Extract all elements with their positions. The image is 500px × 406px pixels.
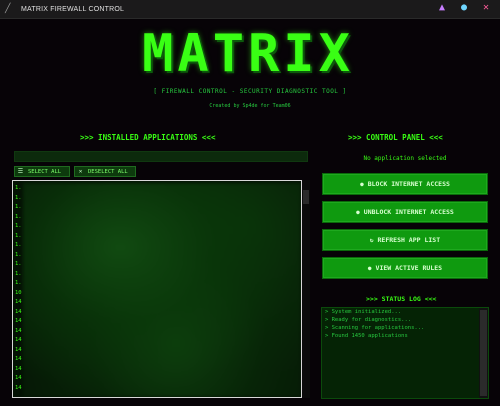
unblock-internet-label: UNBLOCK INTERNET ACCESS xyxy=(363,208,454,216)
status-log-lines: > System initialized... > Ready for diagn… xyxy=(322,308,488,340)
x-icon[interactable]: ✕ xyxy=(480,2,492,14)
bullet-icon: ● xyxy=(367,264,372,272)
refresh-app-list-label: REFRESH APP LIST xyxy=(377,236,441,244)
bullet-icon: ● xyxy=(356,208,360,216)
circle-icon[interactable]: ● xyxy=(458,2,470,14)
select-all-button[interactable]: ☰ SELECT ALL xyxy=(14,166,70,177)
deselect-all-button[interactable]: ✕ DESELECT ALL xyxy=(74,166,136,177)
log-line: > System initialized... xyxy=(325,309,402,315)
bullet-icon: ● xyxy=(360,180,364,188)
credit-line: Created by Sp4de for Team06 xyxy=(209,103,291,109)
app-list-item[interactable]: 1. xyxy=(15,232,22,242)
app-list-item[interactable]: 1. xyxy=(15,222,22,232)
window-title: MATRIX FIREWALL CONTROL xyxy=(21,5,125,13)
block-internet-button[interactable]: ● BLOCK INTERNET ACCESS xyxy=(322,173,488,195)
app-list-item[interactable]: 14 xyxy=(15,346,22,356)
block-internet-label: BLOCK INTERNET ACCESS xyxy=(367,180,450,188)
app-list-item[interactable]: 14 xyxy=(15,365,22,375)
scrollbar-thumb[interactable] xyxy=(303,190,309,204)
status-log[interactable]: > System initialized... > Ready for diagn… xyxy=(321,307,489,399)
control-panel-title: >>> CONTROL PANEL <<< xyxy=(348,133,443,142)
status-log-scrollbar[interactable] xyxy=(479,308,488,398)
app-list-item[interactable]: 1. xyxy=(15,194,22,204)
app-list-item[interactable]: 14 xyxy=(15,355,22,365)
x-icon: ✕ xyxy=(78,168,83,175)
app-list-item[interactable]: 1. xyxy=(15,270,22,280)
matrix-logo: MATRIX xyxy=(142,24,354,84)
app-window: ╱ MATRIX FIREWALL CONTROL ▲ ● ✕ MATRIX [… xyxy=(0,0,500,406)
matrix-app-icon: ╱ xyxy=(5,4,11,14)
app-list-item[interactable]: 1. xyxy=(15,184,22,194)
deselect-all-label: DESELECT ALL xyxy=(88,168,128,175)
installed-apps-list[interactable]: 1. 1. 1. 1. 1. 1. 1. 1. 1. 1. 1. 10 14 14 14 14 14 14 14 14… xyxy=(12,180,302,398)
refresh-icon: ↻ xyxy=(369,236,374,244)
list-icon: ☰ xyxy=(17,168,24,175)
select-all-label: SELECT ALL xyxy=(28,168,62,175)
app-list-item[interactable]: 14 xyxy=(15,384,22,394)
unblock-internet-button[interactable]: ● UNBLOCK INTERNET ACCESS xyxy=(322,201,488,223)
app-list-item[interactable]: 14 xyxy=(15,327,22,337)
refresh-app-list-button[interactable]: ↻ REFRESH APP LIST xyxy=(322,229,488,251)
app-list-item[interactable]: 1. xyxy=(15,279,22,289)
view-active-rules-label: VIEW ACTIVE RULES xyxy=(375,264,443,272)
selection-status: No application selected xyxy=(363,155,447,162)
status-log-title: >>> STATUS LOG <<< xyxy=(366,295,437,303)
app-list-item[interactable]: 1. xyxy=(15,260,22,270)
title-bar: ╱ MATRIX FIREWALL CONTROL ▲ ● ✕ xyxy=(0,0,500,19)
log-line: > Found 1450 applications xyxy=(325,333,408,339)
app-list-item[interactable]: 14 xyxy=(15,336,22,346)
app-search-input[interactable] xyxy=(14,151,308,162)
app-list-item[interactable]: 1. xyxy=(15,203,22,213)
app-subtitle: [ FIREWALL CONTROL - SECURITY DIAGNOSTIC… xyxy=(153,88,347,95)
triangle-icon[interactable]: ▲ xyxy=(436,2,448,14)
app-list-item[interactable]: 14 xyxy=(15,317,22,327)
log-line: > Ready for diagnostics... xyxy=(325,317,412,323)
log-line: > Scanning for applications... xyxy=(325,325,425,331)
scrollbar-thumb[interactable] xyxy=(480,310,487,396)
app-list-item[interactable]: 1. xyxy=(15,213,22,223)
app-list-item[interactable]: 1. xyxy=(15,251,22,261)
app-list-item[interactable]: 14 xyxy=(15,298,22,308)
installed-apps-title: >>> INSTALLED APPLICATIONS <<< xyxy=(80,133,216,142)
app-list-scrollbar[interactable] xyxy=(302,180,310,398)
view-active-rules-button[interactable]: ● VIEW ACTIVE RULES xyxy=(322,257,488,279)
app-list-item[interactable]: 10 xyxy=(15,289,22,299)
app-list-item[interactable]: 1. xyxy=(15,241,22,251)
window-controls: ▲ ● ✕ xyxy=(436,2,492,14)
blurred-app-names xyxy=(23,183,301,397)
app-list-item[interactable]: 14 xyxy=(15,374,22,384)
app-list-item[interactable]: 14 xyxy=(15,308,22,318)
